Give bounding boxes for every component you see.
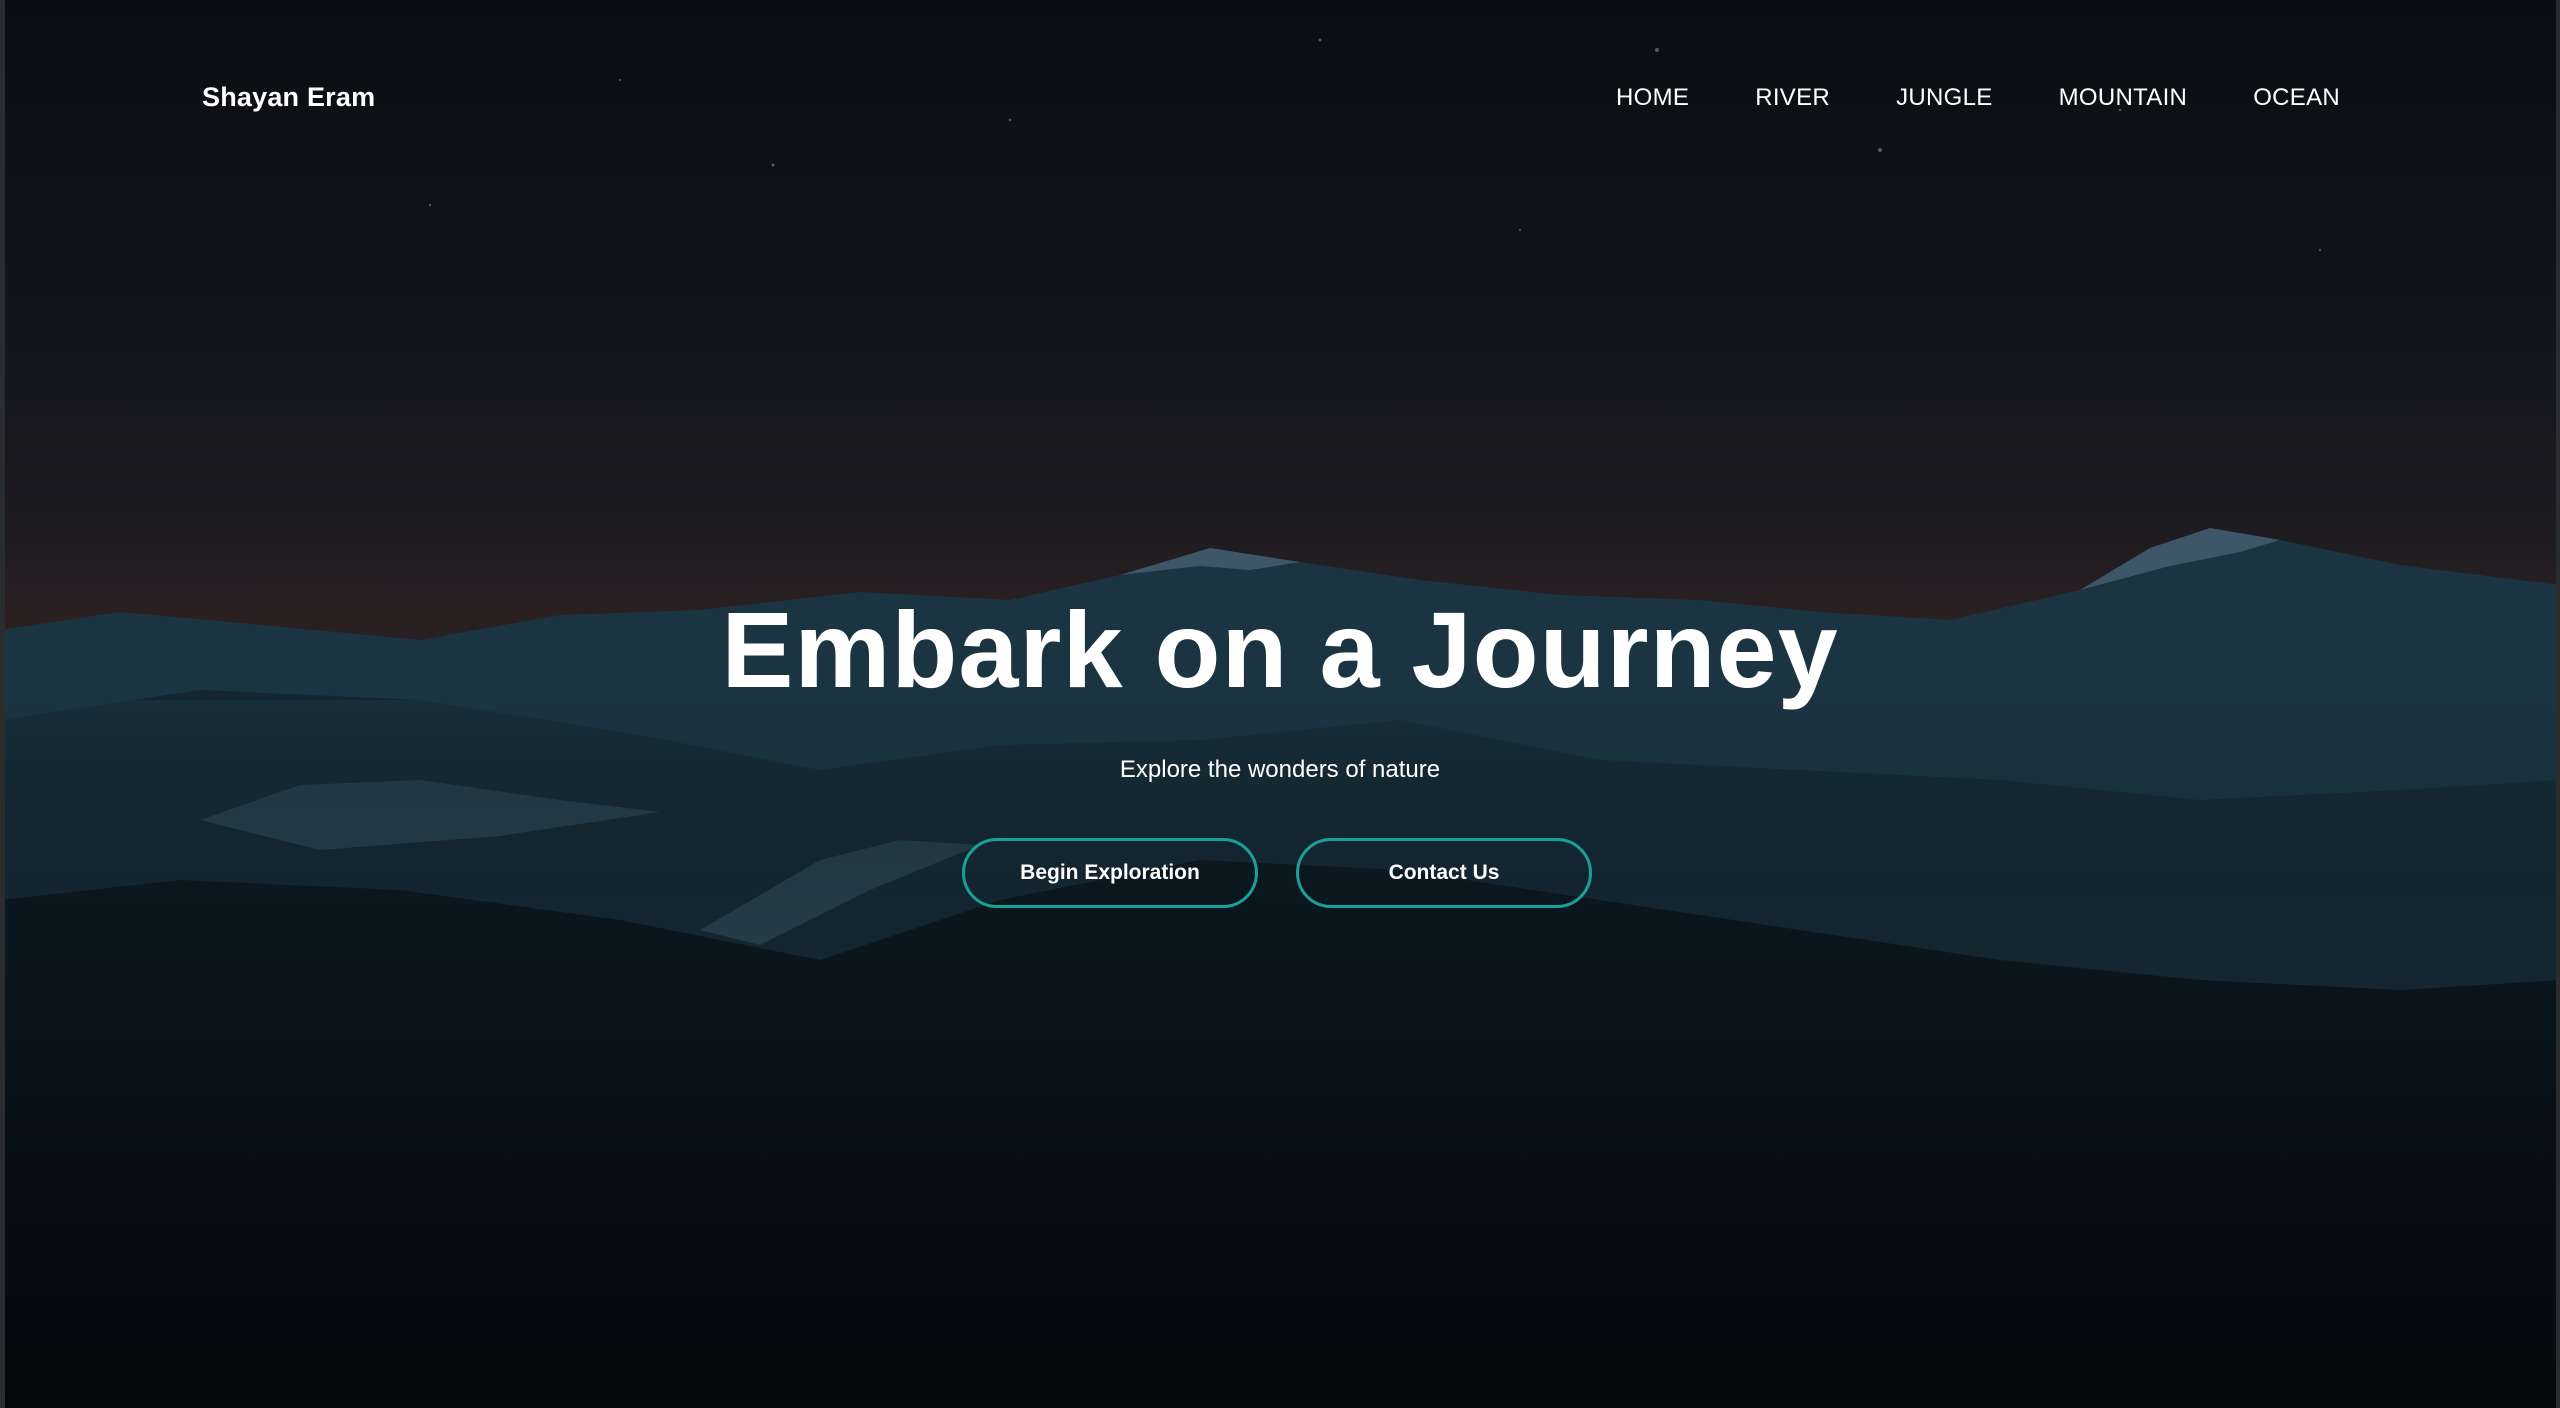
begin-exploration-button[interactable]: Begin Exploration <box>962 838 1258 908</box>
hero-subtitle: Explore the wonders of nature <box>1119 756 1441 783</box>
nav-item-jungle[interactable]: JUNGLE <box>1896 84 1993 112</box>
nav-item-ocean[interactable]: OCEAN <box>2253 84 2340 112</box>
hero-title: Embark on a Journey <box>721 589 1839 710</box>
landing-page: Shayan Eram HOME RIVER JUNGLE MOUNTAIN O… <box>0 0 2560 1408</box>
nav-item-river[interactable]: RIVER <box>1755 84 1830 112</box>
contact-us-button[interactable]: Contact Us <box>1296 838 1592 908</box>
nav-item-mountain[interactable]: MOUNTAIN <box>2059 84 2188 112</box>
main-menu: HOME RIVER JUNGLE MOUNTAIN OCEAN <box>1616 84 2340 112</box>
brand-logo-text[interactable]: Shayan Eram <box>202 82 375 113</box>
top-navigation: Shayan Eram HOME RIVER JUNGLE MOUNTAIN O… <box>0 0 2560 200</box>
nav-item-home[interactable]: HOME <box>1616 84 1689 112</box>
hero-section: Embark on a Journey Explore the wonders … <box>0 580 2560 784</box>
hero-actions: Begin Exploration Contact Us <box>962 838 1592 908</box>
